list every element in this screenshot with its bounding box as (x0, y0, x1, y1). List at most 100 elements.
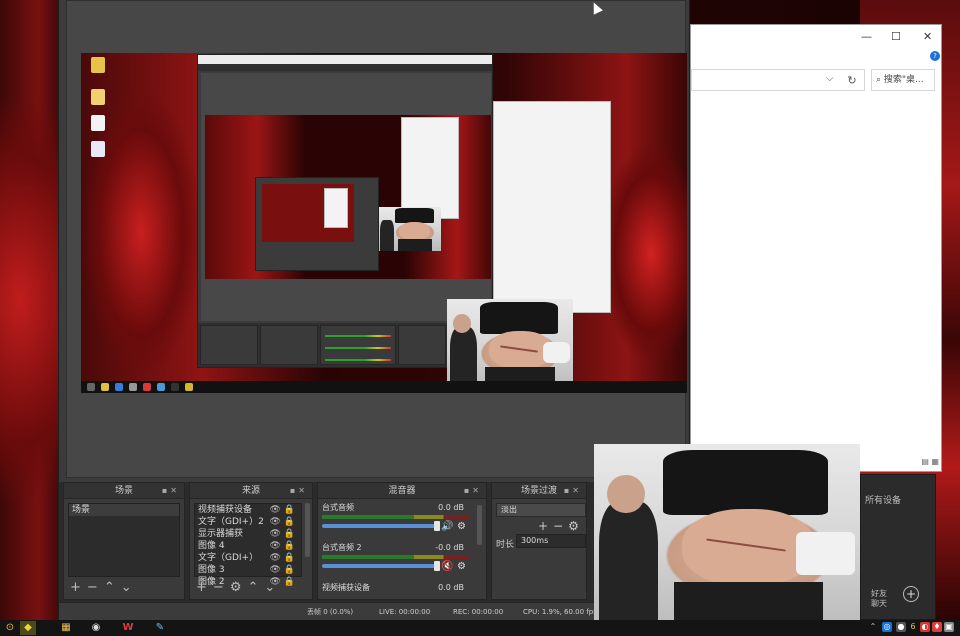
sources-dock-title: 来源 ▪✕ (190, 483, 312, 499)
scenes-dock: 场景 ▪✕ 场景 +−⌃⌄ (63, 482, 185, 600)
preview-taskbar (81, 381, 687, 393)
volume-slider[interactable] (322, 521, 440, 531)
transition-select[interactable]: 淡出 (496, 503, 586, 517)
address-bar[interactable]: ⌵ ↻ (691, 69, 865, 91)
gear-icon[interactable]: ⚙ (457, 521, 466, 532)
nested-title-bar (198, 55, 492, 64)
search-input[interactable]: ⌕ 搜索"桌... (871, 69, 935, 91)
scene-item[interactable]: 场景 (69, 504, 179, 516)
source-label: 显示器捕获 (198, 529, 244, 539)
source-item[interactable]: 图像 3 👁 🔒 (195, 564, 301, 576)
folder-icon[interactable]: ▦ (58, 621, 74, 635)
volume-slider-handle[interactable] (434, 521, 440, 531)
tray-icon[interactable]: ♦ (932, 622, 942, 632)
desktop-icon (91, 57, 105, 73)
gear-icon[interactable]: ⚙ (457, 561, 466, 572)
nested-mixer-dock (320, 325, 396, 365)
dock-controls[interactable]: ▪✕ (564, 483, 582, 499)
sources-title: 来源 (241, 486, 260, 496)
preview-canvas (81, 53, 687, 393)
wps-icon[interactable]: W (120, 621, 136, 635)
duration-input[interactable]: 300ms (516, 534, 586, 548)
mixer-scrollbar[interactable] (477, 505, 482, 545)
channel-controls: 🔇 ⚙ (441, 561, 466, 572)
tray-icon[interactable]: ● (896, 622, 906, 632)
nested-preview (201, 73, 491, 321)
speaker-icon[interactable]: 🔊 (441, 521, 453, 532)
volume-slider[interactable] (322, 561, 440, 571)
app-icon[interactable]: ◆ (20, 621, 36, 635)
eye-lock-icons[interactable]: 👁 🔒 (270, 564, 296, 576)
rec-time: REC: 00:00:00 (453, 608, 504, 616)
help-icon[interactable]: ? (930, 51, 940, 61)
source-label: 文字（GDI+） (198, 553, 259, 563)
dock-controls[interactable]: ▪✕ (464, 483, 482, 499)
close-button[interactable]: ✕ (923, 30, 932, 43)
dock-controls[interactable]: ▪✕ (162, 483, 180, 499)
move-up-button[interactable]: ⌃ (247, 580, 264, 595)
app-icon[interactable]: ⊙ (2, 621, 18, 635)
volume-meter (322, 515, 470, 519)
duration-label: 时长 (496, 540, 515, 550)
sources-scrollbar[interactable] (305, 503, 310, 557)
move-down-button[interactable]: ⌄ (264, 580, 281, 595)
gear-icon[interactable]: ⚙ (568, 519, 584, 533)
view-toggle-icons[interactable]: ▤ ▦ (911, 457, 939, 469)
scenes-dock-title: 场景 ▪✕ (64, 483, 184, 499)
nested-sources-dock (260, 325, 318, 365)
add-icon[interactable]: + (903, 586, 919, 602)
remove-source-button[interactable]: − (213, 580, 230, 595)
tray-icon[interactable]: ◎ (882, 622, 892, 632)
taskbar: ⊙ ◆ ▦ ◉ W ✎ ⌃ ◎ ● 6 ◐ ♦ ▣ (0, 620, 960, 636)
channel-db: -0.0 dB (435, 543, 464, 552)
remove-scene-button[interactable]: − (87, 580, 104, 595)
obs-preview[interactable] (66, 0, 687, 478)
dock-controls[interactable]: ▪✕ (290, 483, 308, 499)
add-transition-button[interactable]: + (538, 519, 553, 533)
preview-explorer-window (493, 101, 611, 313)
eye-lock-icons[interactable]: 👁 🔒 (270, 528, 296, 540)
app-icon[interactable]: ✎ (152, 621, 168, 635)
source-item[interactable]: 文字（GDI+） 👁 🔒 (195, 552, 301, 564)
channel-db: 0.0 dB (438, 503, 464, 512)
volume-slider-handle[interactable] (434, 561, 440, 571)
transitions-dock: 场景过渡 ▪✕ 淡出 +−⚙ 时长 300ms (491, 482, 587, 600)
source-item[interactable]: 显示器捕获 👁 🔒 (195, 528, 301, 540)
sources-list: 视频捕获设备 👁 🔒 文字（GDI+）2 👁 🔒 显示器捕获 👁 🔒 图像 4 👁 🔒 … (194, 503, 302, 587)
eye-lock-icons[interactable]: 👁 🔒 (270, 540, 296, 552)
eye-lock-icons[interactable]: 👁 🔒 (270, 504, 296, 516)
tray-icon[interactable]: ▣ (944, 622, 954, 632)
minimize-button[interactable]: — (861, 30, 872, 43)
sources-dock: 来源 ▪✕ 视频捕获设备 👁 🔒 文字（GDI+）2 👁 🔒 显示器捕获 👁 🔒 图像 … (189, 482, 313, 600)
tray-expand-icon[interactable]: ⌃ (868, 622, 878, 632)
source-item[interactable]: 视频捕获设备 👁 🔒 (195, 504, 301, 516)
obs-icon[interactable]: ◉ (88, 621, 104, 635)
move-down-button[interactable]: ⌄ (121, 580, 138, 595)
refresh-icon[interactable]: ↻ (842, 74, 862, 88)
move-up-button[interactable]: ⌃ (104, 580, 121, 595)
channel-header: 台式音频 0.0 dB (322, 503, 470, 513)
add-source-button[interactable]: + (196, 580, 213, 595)
file-explorer-window: — ☐ ✕ ? ⌵ ↻ ⌕ 搜索"桌... ▤ ▦ (690, 24, 942, 472)
tray-icon[interactable]: ◐ (920, 622, 930, 632)
maximize-button[interactable]: ☐ (891, 30, 901, 43)
speaker-muted-icon[interactable]: 🔇 (441, 561, 453, 572)
source-item[interactable]: 图像 4 👁 🔒 (195, 540, 301, 552)
preview-webcam (447, 299, 573, 393)
remove-transition-button[interactable]: − (553, 519, 568, 533)
mixer-channel: 台式音频 0.0 dB 🔊 ⚙ (322, 503, 470, 545)
mixer-dock: 混音器 ▪✕ 台式音频 0.0 dB 🔊 ⚙ 台式音频 2 -0.0 dB 🔇 ⚙ 视… (317, 482, 487, 600)
transitions-title: 场景过渡 (520, 486, 557, 496)
eye-lock-icons[interactable]: 👁 🔒 (270, 516, 296, 528)
source-label: 文字（GDI+）2 (198, 517, 264, 527)
source-item[interactable]: 文字（GDI+）2 👁 🔒 (195, 516, 301, 528)
add-scene-button[interactable]: + (70, 580, 87, 595)
tray-icon[interactable]: 6 (908, 622, 918, 632)
gear-icon[interactable]: ⚙ (230, 580, 248, 595)
mixer-channel: 台式音频 2 -0.0 dB 🔇 ⚙ (322, 543, 470, 585)
source-label: 图像 4 (198, 541, 225, 551)
transitions-dock-title: 场景过渡 ▪✕ (492, 483, 586, 499)
chevron-down-icon[interactable]: ⌵ (826, 73, 834, 84)
nested-menu-bar (198, 64, 492, 71)
eye-lock-icons[interactable]: 👁 🔒 (270, 552, 296, 564)
